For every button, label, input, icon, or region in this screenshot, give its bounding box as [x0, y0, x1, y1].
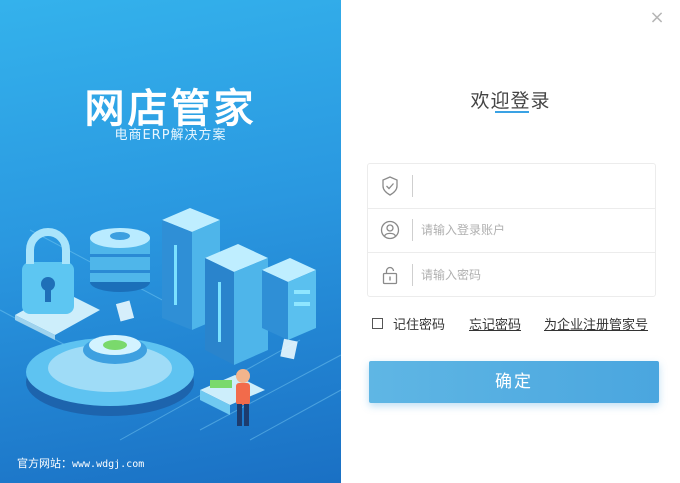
platform-graphic: [26, 335, 194, 416]
lock-icon: [368, 253, 412, 297]
login-options: 记住密码 忘记密码 为企业注册管家号: [372, 314, 662, 333]
database-graphic: [90, 228, 150, 292]
user-icon: [368, 208, 412, 252]
field-separator: [412, 174, 413, 197]
lock-graphic: [15, 228, 100, 340]
password-input[interactable]: [421, 268, 641, 283]
title-underline: [495, 111, 529, 113]
brand-subtitle: 电商ERP解决方案: [114, 128, 227, 143]
remember-checkbox[interactable]: [372, 318, 383, 329]
company-row: [368, 164, 655, 209]
account-input[interactable]: [421, 223, 641, 238]
remember-password[interactable]: 记住密码: [372, 314, 445, 333]
close-button[interactable]: ×: [648, 9, 666, 27]
person-graphic: [200, 369, 265, 426]
field-separator: [412, 264, 413, 287]
password-row: [368, 253, 655, 298]
login-form: [367, 163, 656, 297]
server-illustration: [0, 208, 341, 441]
shield-icon: [368, 164, 412, 208]
website-label: 官方网站：: [17, 457, 72, 470]
account-row: [368, 209, 655, 254]
register-link[interactable]: 为企业注册管家号: [544, 314, 648, 333]
field-separator: [412, 219, 413, 242]
brand-panel: 网店管家 电商ERP解决方案 官方网站：www.wdgj.com: [0, 0, 341, 483]
website-url[interactable]: www.wdgj.com: [72, 459, 144, 470]
confirm-button[interactable]: 确定: [369, 361, 659, 403]
official-website: 官方网站：www.wdgj.com: [17, 455, 144, 471]
login-panel: × 欢迎登录 请输入登录账户 记住密码 忘记密码 为企业注册管家号 确定: [341, 0, 680, 483]
welcome-title: 欢迎登录: [470, 90, 551, 112]
forgot-password-link[interactable]: 忘记密码: [469, 314, 521, 333]
remember-label: 记住密码: [393, 318, 446, 333]
company-input[interactable]: [421, 178, 641, 193]
